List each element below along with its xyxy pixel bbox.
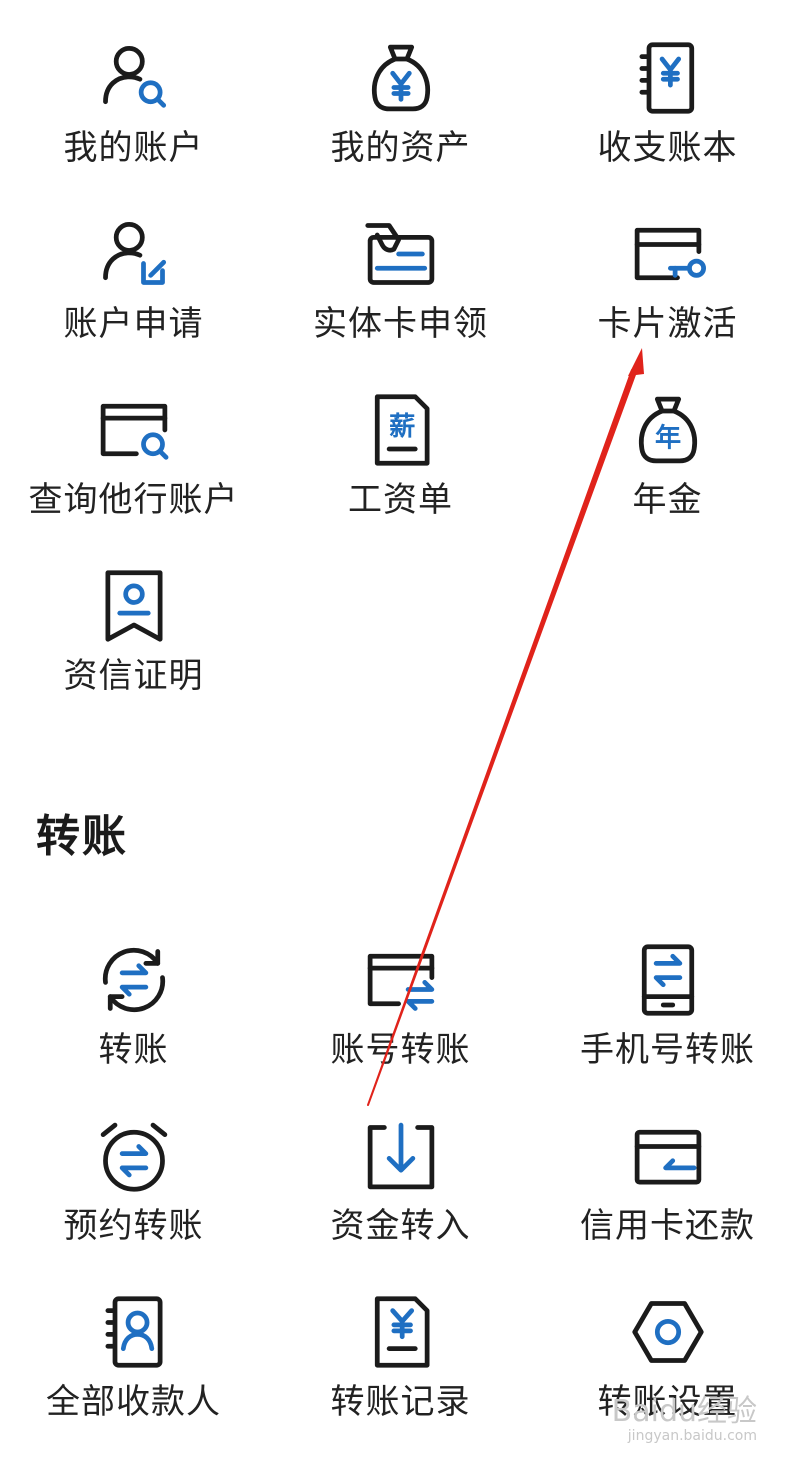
tile-account-number-transfer[interactable]: 账号转账 (267, 940, 534, 1090)
transfer-cycle-icon (94, 940, 174, 1020)
tile-scheduled-transfer[interactable]: 预约转账 (0, 1116, 267, 1266)
tile-label: 转账记录 (330, 1382, 471, 1422)
tile-credit-card-repayment[interactable]: 信用卡还款 (534, 1116, 801, 1266)
money-bag-yen-icon (361, 38, 441, 118)
tile-transfer-records[interactable]: 转账记录 (267, 1292, 534, 1442)
credit-certificate-icon (94, 566, 174, 646)
card-hand-icon (361, 214, 441, 294)
watermark-sub: jingyan.baidu.com (627, 1428, 757, 1444)
tile-my-account[interactable]: 我的账户 (0, 38, 267, 188)
tile-income-expense-ledger[interactable]: 收支账本 (534, 38, 801, 188)
tile-label: 资信证明 (63, 656, 204, 696)
tile-label: 工资单 (348, 480, 453, 520)
user-edit-icon (94, 214, 174, 294)
money-bag-annuity-icon: 年 (628, 390, 708, 470)
tile-label: 收支账本 (597, 128, 738, 168)
phone-transfer-icon (628, 940, 708, 1020)
tile-label: 资金转入 (330, 1206, 471, 1246)
tile-label: 全部收款人 (46, 1382, 221, 1422)
tile-credit-certificate[interactable]: 资信证明 (0, 566, 267, 716)
salary-doc-icon: 薪 (361, 390, 441, 470)
tile-account-application[interactable]: 账户申请 (0, 214, 267, 364)
card-transfer-icon (361, 940, 441, 1020)
tile-my-assets[interactable]: 我的资产 (267, 38, 534, 188)
tile-label: 预约转账 (63, 1206, 204, 1246)
tile-label: 年金 (632, 480, 703, 520)
alarm-transfer-icon (94, 1116, 174, 1196)
tile-label: 查询他行账户 (28, 480, 239, 520)
tile-card-activation[interactable]: 卡片激活 (534, 214, 801, 364)
tile-annuity[interactable]: 年 年金 (534, 390, 801, 540)
contacts-book-icon (94, 1292, 174, 1372)
user-search-icon (94, 38, 174, 118)
transfer-record-icon (361, 1292, 441, 1372)
settings-hexagon-icon (628, 1292, 708, 1372)
tile-physical-card-apply[interactable]: 实体卡申领 (267, 214, 534, 364)
tile-all-payees[interactable]: 全部收款人 (0, 1292, 267, 1442)
svg-text:年: 年 (654, 423, 680, 454)
credit-card-repay-icon (628, 1116, 708, 1196)
tile-label: 手机号转账 (580, 1030, 755, 1070)
tile-label: 转账 (98, 1030, 169, 1070)
funds-in-icon (361, 1116, 441, 1196)
tile-transfer[interactable]: 转账 (0, 940, 267, 1090)
tile-label: 实体卡申领 (313, 304, 488, 344)
transfer-section-title: 转账 (36, 811, 128, 862)
tile-label: 信用卡还款 (580, 1206, 755, 1246)
tile-label: 我的账户 (63, 128, 204, 168)
card-search-icon (94, 390, 174, 470)
card-key-icon (628, 214, 708, 294)
svg-text:薪: 薪 (389, 412, 415, 442)
tile-query-other-bank-account[interactable]: 查询他行账户 (0, 390, 267, 540)
baidu-watermark: Baidu经验 jingyan.baidu.com (611, 1394, 757, 1445)
ledger-yen-icon (628, 38, 708, 118)
watermark-main: Baidu经验 (611, 1394, 757, 1429)
tile-label: 账号转账 (330, 1030, 471, 1070)
tile-label: 我的资产 (330, 128, 471, 168)
tile-label: 账户申请 (63, 304, 204, 344)
tile-funds-transfer-in[interactable]: 资金转入 (267, 1116, 534, 1266)
tile-payslip[interactable]: 薪 工资单 (267, 390, 534, 540)
tile-phone-number-transfer[interactable]: 手机号转账 (534, 940, 801, 1090)
tile-label: 卡片激活 (597, 304, 738, 344)
